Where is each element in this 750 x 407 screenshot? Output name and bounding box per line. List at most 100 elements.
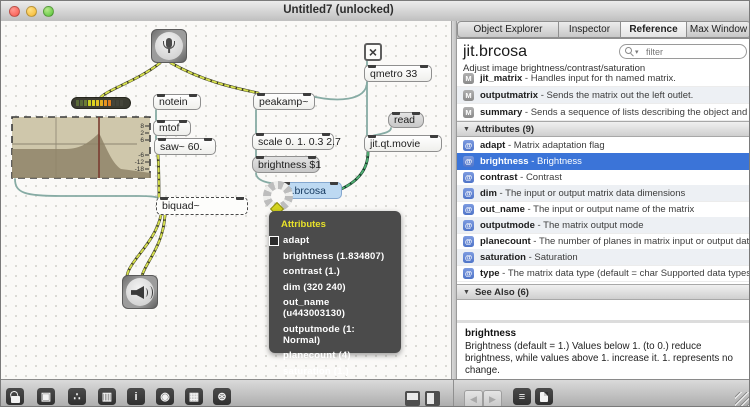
dac-speaker-button[interactable] <box>122 275 158 309</box>
zoom-window-icon[interactable] <box>43 6 54 17</box>
list-icon: ≡ <box>519 391 525 403</box>
object-box-peakamp[interactable]: peakamp~ <box>253 93 315 110</box>
message-badge-icon: M <box>463 90 474 101</box>
checkbox-icon <box>269 236 279 246</box>
object-box-qmetro[interactable]: qmetro 33 <box>364 65 432 82</box>
forward-button[interactable]: ▶ <box>483 390 502 407</box>
presentation-mode-button[interactable]: ▥ <box>98 388 116 405</box>
attributes-section-header[interactable]: ▼ Attributes (9) <box>457 121 750 137</box>
attr-row-out-name[interactable]: @ out_nameThe input or output name of th… <box>457 201 750 218</box>
vertical-split-icon <box>434 393 438 404</box>
attribute-badge-icon: @ <box>463 236 474 247</box>
attr-row-planecount[interactable]: @ planecountThe number of planes in matr… <box>457 233 750 250</box>
resize-grip[interactable] <box>735 392 749 406</box>
message-badge-icon: M <box>463 107 474 118</box>
svg-text:-18: -18 <box>135 166 145 173</box>
connections-button[interactable]: ◉ <box>156 388 174 405</box>
method-row-jit-matrix[interactable]: M jit_matrixHandles input for th named m… <box>457 70 750 87</box>
presentation-icon: ▥ <box>102 390 112 403</box>
console-panel-toggle[interactable] <box>405 391 420 406</box>
document-icon <box>540 392 548 402</box>
reference-sidebar: Object Explorer Inspector Reference Max … <box>457 21 750 379</box>
filter-search-field[interactable]: ▾ <box>619 44 747 59</box>
list-view-button[interactable]: ≡ <box>513 388 531 405</box>
back-button[interactable]: ◀ <box>464 390 483 407</box>
tab-object-explorer[interactable]: Object Explorer <box>457 21 559 38</box>
sprocket-icon: ⊛ <box>217 390 226 403</box>
close-window-icon[interactable] <box>9 6 20 17</box>
method-row-outputmatrix[interactable]: M outputmatrixSends the matrix out the l… <box>457 87 750 104</box>
object-box-notein[interactable]: notein <box>153 94 201 110</box>
attr-row-contrast[interactable]: @ contrastContrast <box>457 169 750 186</box>
info-button[interactable]: i <box>127 388 145 405</box>
patcher-canvas[interactable]: 8 2 6 -6 -12 -18 notein mtof saw~ 60. bi… <box>1 21 451 379</box>
see-also-section-header[interactable]: ▼ See Also (6) <box>457 284 750 300</box>
max-window: Untitled7 (unlocked) <box>0 0 750 407</box>
patch-cords-button[interactable]: ∴ <box>68 388 86 405</box>
tab-reference[interactable]: Reference <box>621 21 687 38</box>
attr-row-adapt[interactable]: @ adaptMatrix adaptation flag <box>457 137 750 154</box>
tab-inspector[interactable]: Inspector <box>559 21 621 38</box>
svg-text:-12: -12 <box>135 159 145 166</box>
attribute-badge-icon: @ <box>463 172 474 183</box>
info-icon: i <box>134 391 137 403</box>
attr-row-type[interactable]: @ typeThe matrix data type (default = ch… <box>457 265 750 282</box>
message-box-brightness[interactable]: brightness $1 <box>252 156 320 173</box>
attribute-badge-icon: @ <box>463 188 474 199</box>
attribute-badge-icon: @ <box>463 156 474 167</box>
attribute-description-pane: brightness Brightness (default = 1.) Val… <box>457 323 750 379</box>
object-box-mtof[interactable]: mtof <box>153 120 191 136</box>
attribute-badge-icon: @ <box>463 140 474 151</box>
attr-row-brightness[interactable]: @ brightnessBrightness <box>457 153 750 170</box>
title-bar: Untitled7 (unlocked) <box>1 1 750 22</box>
toolbar-divider <box>453 380 454 407</box>
tab-max-window[interactable]: Max Window <box>687 21 750 38</box>
attribute-badge-icon: @ <box>463 268 474 279</box>
grid-icon: ▦ <box>189 390 199 403</box>
attr-row-saturation[interactable]: @ saturationSaturation <box>457 249 750 266</box>
filtergraph[interactable]: 8 2 6 -6 -12 -18 <box>11 116 151 179</box>
bottom-toolbar: ▣ ∴ ▥ i ◉ ▦ ⊛ ◀ ▶ ≡ <box>1 379 750 407</box>
object-box-scale[interactable]: scale 0. 1. 0.3 2.7 <box>252 133 334 150</box>
reference-title: jit.brcosa <box>463 43 527 61</box>
collapse-triangle-icon: ▼ <box>463 126 470 133</box>
doc-view-button[interactable] <box>535 388 553 405</box>
search-icon <box>625 47 632 54</box>
message-badge-icon: M <box>463 73 474 84</box>
collapse-triangle-icon: ▼ <box>463 289 470 296</box>
sidebar-panel-toggle[interactable] <box>425 391 440 406</box>
description-title: brightness <box>465 328 743 339</box>
minimize-window-icon[interactable] <box>26 6 37 17</box>
svg-text:6: 6 <box>140 137 144 144</box>
tooltip-title: Attributes <box>281 219 391 230</box>
mic-icon <box>155 32 183 60</box>
back-arrow-icon: ◀ <box>470 394 477 405</box>
message-box-read[interactable]: read <box>388 112 424 128</box>
patch-cords-icon: ∴ <box>74 390 81 403</box>
speaker-icon <box>126 278 154 306</box>
connections-icon: ◉ <box>160 390 170 403</box>
new-object-button[interactable]: ⊛ <box>213 388 231 405</box>
attr-row-dim[interactable]: @ dimThe input or output matrix data dim… <box>457 185 750 202</box>
grid-button[interactable]: ▦ <box>185 388 203 405</box>
attribute-badge-icon: @ <box>463 204 474 215</box>
svg-text:8: 8 <box>140 123 144 130</box>
method-row-summary[interactable]: M summarySends a sequence of lists descr… <box>457 104 750 121</box>
svg-text:2: 2 <box>140 130 144 137</box>
toggle-box[interactable]: × <box>364 43 382 61</box>
sidebar-tab-bar: Object Explorer Inspector Reference Max … <box>457 21 750 39</box>
svg-text:-6: -6 <box>138 152 144 159</box>
attr-row-outputmode[interactable]: @ outputmodeThe matrix output mode <box>457 217 750 234</box>
object-box-jit-qt-movie[interactable]: jit.qt.movie <box>364 135 442 152</box>
unlock-patcher-button[interactable] <box>6 388 24 405</box>
description-body: Brightness (default = 1.) Values below 1… <box>465 341 743 378</box>
attributes-tooltip: Attributes adapt brightness (1.834807) c… <box>269 211 401 353</box>
duplicate-button[interactable]: ▣ <box>37 388 55 405</box>
horizontal-split-icon <box>407 400 418 404</box>
window-title: Untitled7 (unlocked) <box>283 4 394 16</box>
adc-mic-button[interactable] <box>151 29 187 63</box>
duplicate-icon: ▣ <box>41 390 51 403</box>
level-meter <box>71 97 131 109</box>
object-box-saw[interactable]: saw~ 60. <box>154 138 216 155</box>
object-box-biquad[interactable]: biquad~ <box>156 197 248 215</box>
